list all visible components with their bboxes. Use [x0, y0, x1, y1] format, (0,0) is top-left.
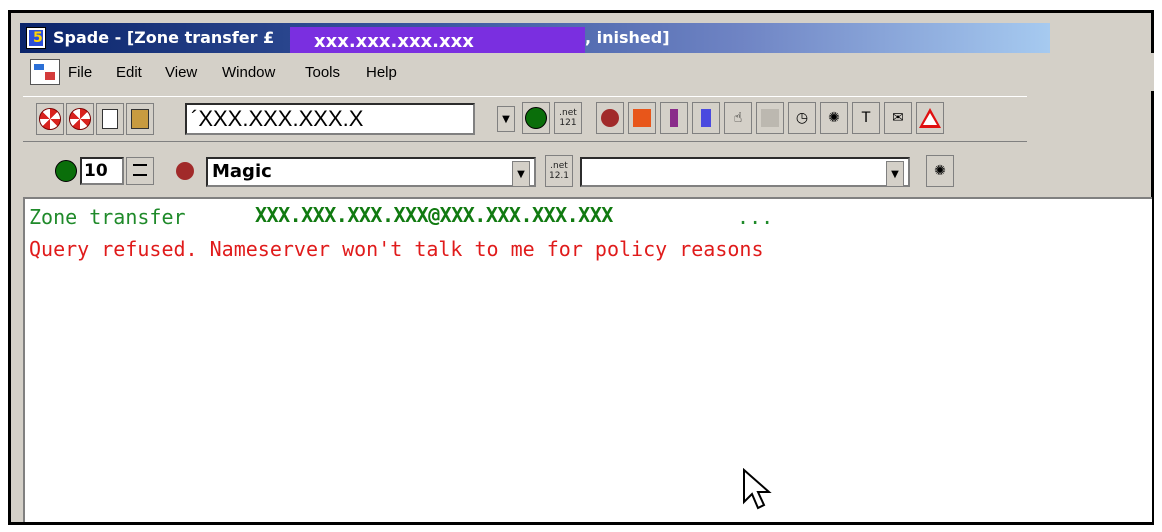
- menu-tools[interactable]: Tools: [305, 64, 340, 81]
- output-line-1: Zone transfer: [29, 205, 198, 229]
- tool-button[interactable]: [660, 102, 688, 134]
- lifebuoy-button[interactable]: [36, 103, 64, 135]
- warning-triangle-icon: [919, 108, 941, 128]
- text-button[interactable]: T: [852, 102, 880, 134]
- network-button[interactable]: [692, 102, 720, 134]
- net-icon: .net 121: [559, 108, 577, 128]
- second-dropdown-button[interactable]: ▼: [886, 161, 904, 187]
- menu-window[interactable]: Window: [222, 64, 275, 81]
- copy-icon: [102, 109, 118, 129]
- menu-help[interactable]: Help: [366, 64, 397, 81]
- network-icon: [701, 109, 711, 127]
- mail-icon: ✉: [892, 110, 904, 126]
- spider-button-2[interactable]: ✺: [926, 155, 954, 187]
- net-label-bottom-2: 12.1: [548, 171, 570, 181]
- menu-bar: File Edit View Window Tools Help: [20, 53, 1154, 91]
- net-label-top-2: .net: [550, 161, 568, 171]
- target-redacted: XXX.XXX.XXX.XXX@XXX.XXX.XXX.XXX: [255, 203, 613, 227]
- target-address-input[interactable]: ´XXX.XXX.XXX.X: [185, 103, 475, 135]
- green-circle-icon: [525, 107, 547, 129]
- mail-button[interactable]: ✉: [884, 102, 912, 134]
- mode-dropdown-button[interactable]: ▼: [512, 161, 530, 187]
- spade-app-icon[interactable]: [26, 27, 46, 49]
- hand-icon: ☝: [733, 110, 743, 126]
- window-title-suffix: , inished]: [585, 28, 670, 47]
- clock-button[interactable]: ◷: [788, 102, 816, 134]
- output-line-2: Query refused. Nameserver won't talk to …: [29, 237, 764, 261]
- disabled-button[interactable]: [756, 102, 784, 134]
- whois-button[interactable]: [522, 102, 550, 134]
- magic-icon: [172, 158, 200, 184]
- net-icon: .net 12.1: [549, 161, 569, 181]
- menu-file[interactable]: File: [68, 64, 92, 81]
- paste-icon: [131, 109, 149, 129]
- tool-icon: [670, 109, 678, 127]
- clock-icon: ◷: [795, 110, 809, 126]
- output-panel[interactable]: Zone transfer XXX.XXX.XXX.XXX@XXX.XXX.XX…: [23, 197, 1152, 522]
- copy-button[interactable]: [96, 103, 124, 135]
- net-label-top: .net: [559, 108, 577, 118]
- second-select[interactable]: [580, 157, 910, 187]
- title-bar[interactable]: Spade - [Zone transfer £ xxx.xxx.xxx.xxx…: [20, 23, 1050, 53]
- lifebuoy-icon: [39, 108, 61, 130]
- spider-button[interactable]: ✺: [820, 102, 848, 134]
- animal-icon: [601, 109, 619, 127]
- flag-icon: [633, 109, 651, 127]
- hand-button[interactable]: ☝: [724, 102, 752, 134]
- chevron-down-icon: ▼: [502, 113, 510, 125]
- spider-icon: ✺: [934, 163, 946, 179]
- net-button[interactable]: .net 121: [554, 102, 582, 134]
- flag-button[interactable]: [628, 102, 656, 134]
- net-label-bottom: 121: [559, 118, 577, 128]
- text-icon: T: [861, 110, 871, 126]
- timeout-spin-button[interactable]: [126, 157, 154, 185]
- address-dropdown-button[interactable]: ▼: [497, 106, 515, 132]
- spider-icon: ✺: [828, 110, 840, 126]
- output-line-1-tail: ...: [725, 205, 774, 229]
- mouse-cursor-icon: [743, 468, 772, 510]
- animal-button[interactable]: [596, 102, 624, 134]
- paste-button[interactable]: [126, 103, 154, 135]
- disabled-icon: [761, 109, 779, 127]
- lifebuoy-button-2[interactable]: [66, 103, 94, 135]
- window-title: Spade - [Zone transfer £: [53, 28, 275, 47]
- lifebuoy-icon: [69, 108, 91, 130]
- warning-button[interactable]: [916, 102, 944, 134]
- menu-edit[interactable]: Edit: [116, 64, 142, 81]
- menu-view[interactable]: View: [165, 64, 197, 81]
- lookup-mode-select[interactable]: Magic: [206, 157, 536, 187]
- title-target-redaction: xxx.xxx.xxx.xxx: [290, 27, 585, 53]
- timeout-spin-input[interactable]: 10: [80, 157, 124, 185]
- green-circle-icon: [55, 160, 77, 182]
- chevron-down-icon: ▼: [517, 168, 525, 180]
- net-button-2[interactable]: .net 12.1: [545, 155, 573, 187]
- chevron-down-icon: ▼: [891, 168, 899, 180]
- document-icon[interactable]: [30, 59, 60, 85]
